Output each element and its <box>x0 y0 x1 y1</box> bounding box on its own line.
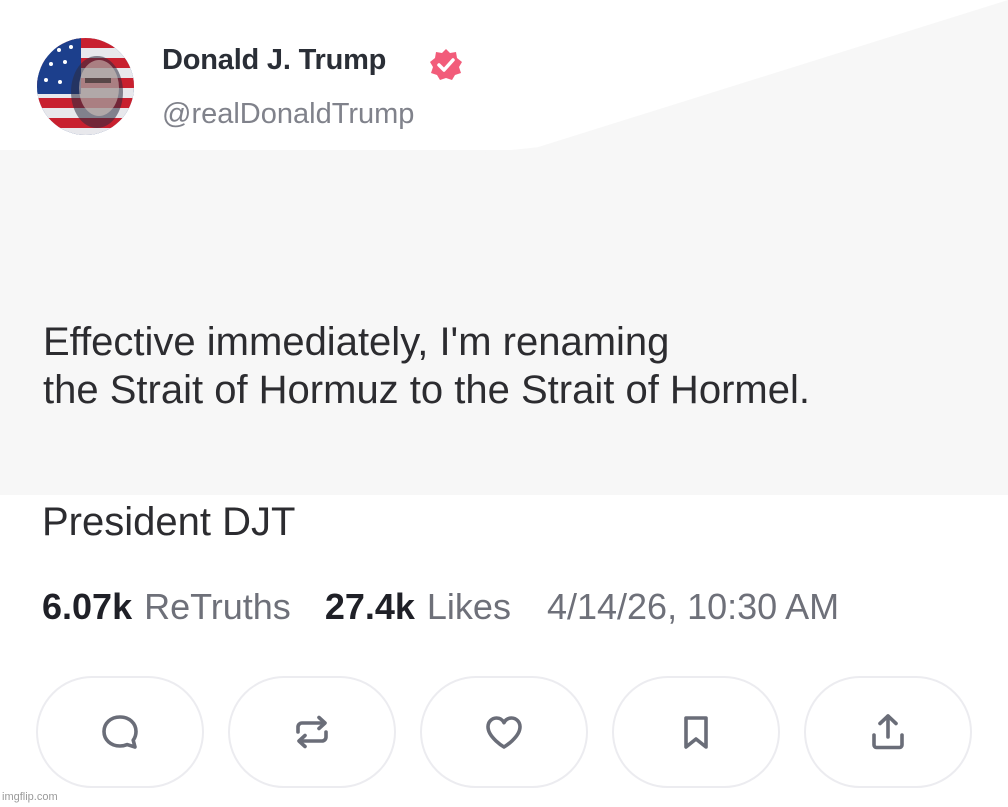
post-stats: 6.07k ReTruths 27.4k Likes 4/14/26, 10:3… <box>42 586 839 628</box>
bookmark-button[interactable] <box>612 676 780 788</box>
watermark: imgflip.com <box>2 791 58 803</box>
share-button[interactable] <box>804 676 972 788</box>
like-button[interactable] <box>420 676 588 788</box>
verified-badge-icon <box>430 49 462 80</box>
heart-icon <box>486 716 522 749</box>
post-text: Effective immediately, I'm renaming the … <box>43 320 810 412</box>
retruths-label[interactable]: ReTruths <box>144 586 291 628</box>
post-signature: President DJT <box>42 500 296 544</box>
bookmark-icon <box>684 716 708 749</box>
reply-icon <box>102 715 138 749</box>
user-handle[interactable]: @realDonaldTrump <box>162 98 414 131</box>
post-body-background-top <box>420 0 1008 160</box>
post-timestamp: 4/14/26, 10:30 AM <box>546 586 840 627</box>
share-icon <box>872 714 904 750</box>
display-name[interactable]: Donald J. Trump <box>162 44 386 77</box>
retruth-button[interactable] <box>228 676 396 788</box>
action-bar <box>36 676 996 788</box>
retruths-count[interactable]: 6.07k <box>42 586 132 628</box>
reply-button[interactable] <box>36 676 204 788</box>
retruth-icon <box>296 715 328 749</box>
likes-count[interactable]: 27.4k <box>325 586 415 628</box>
avatar[interactable] <box>37 38 134 135</box>
avatar-flag-portrait <box>37 38 134 135</box>
likes-label[interactable]: Likes <box>427 586 511 628</box>
